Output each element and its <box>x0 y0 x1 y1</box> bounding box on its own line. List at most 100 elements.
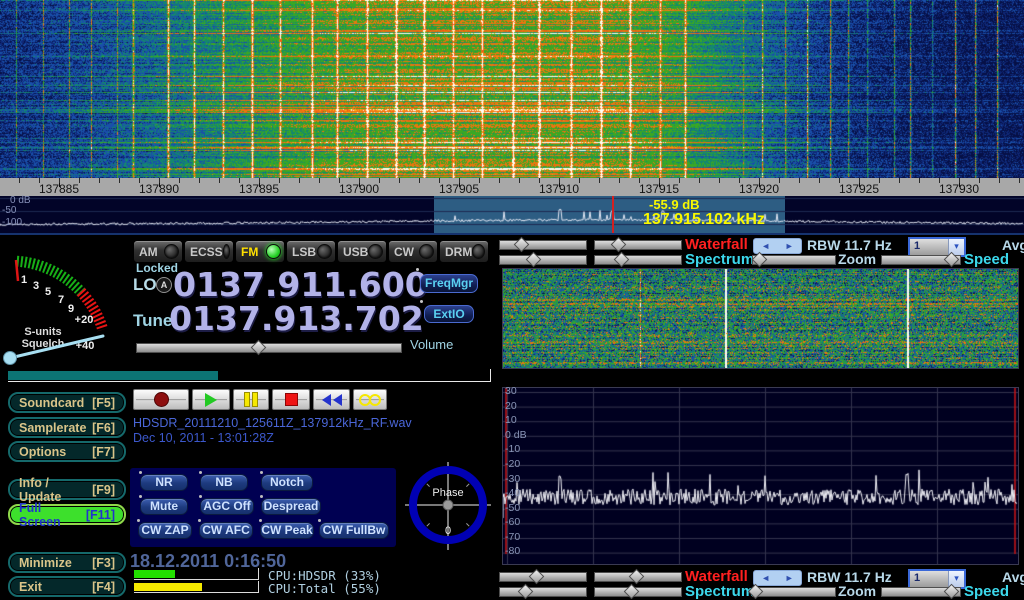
scroll-right-icon[interactable]: ► <box>785 239 794 253</box>
rf-display-panel: Waterfall ◄ ► RBW 11.7 Hz 1 ▾ Avg Spectr… <box>497 236 1024 600</box>
slider-thumb[interactable] <box>518 584 534 600</box>
upper-speed-slider[interactable] <box>881 255 961 265</box>
minimize-button[interactable]: Minimize [F3] <box>8 552 126 573</box>
upper-avg-select[interactable]: 1 ▾ <box>908 237 966 257</box>
pause-button[interactable] <box>233 389 269 410</box>
hdsdr-main-window: 137885 137890 137895 137900 137905 13791… <box>0 0 1024 600</box>
scroll-right-icon[interactable]: ► <box>785 571 794 585</box>
rf-db-label: -50 <box>505 502 520 514</box>
upper-waterfall-brightness-slider[interactable] <box>499 240 587 250</box>
tune-frequency-display[interactable]: 0137.913.702 <box>169 302 424 335</box>
lower-spectrum-range-slider[interactable] <box>594 587 682 597</box>
lower-zoom-slider[interactable] <box>752 587 836 597</box>
options-button[interactable]: Options [F7] <box>8 441 126 462</box>
upper-spectrum-gain-slider[interactable] <box>499 255 587 265</box>
mode-button-am[interactable]: AM <box>133 240 183 263</box>
s-meter-gauge: 1 3 5 7 9 +20 +40 S-units Squelch <box>0 236 130 376</box>
freqmgr-button[interactable]: FreqMgr <box>420 274 478 293</box>
stop-button[interactable] <box>272 389 310 410</box>
mode-button-ecss[interactable]: ECSS <box>184 240 234 263</box>
slider-thumb[interactable] <box>629 569 645 585</box>
lower-avg-select[interactable]: 1 ▾ <box>908 569 966 589</box>
volume-slider-thumb[interactable] <box>251 340 267 356</box>
main-frequency-scale[interactable]: 137885 137890 137895 137900 137905 13791… <box>0 178 1024 196</box>
avg-select-value: 1 <box>910 239 948 255</box>
rf-spectrum-display[interactable] <box>502 387 1019 565</box>
lower-waterfall-scrollbar[interactable]: ◄ ► <box>753 570 802 586</box>
slider-thumb[interactable] <box>751 252 767 268</box>
cw-peak-button[interactable]: CW Peak <box>260 522 314 539</box>
soundcard-button[interactable]: Soundcard [F5] <box>8 392 126 413</box>
agc-button[interactable]: AGC Off <box>200 498 254 515</box>
despread-button[interactable]: Despread <box>261 498 321 515</box>
cw-afc-button[interactable]: CW AFC <box>199 522 253 539</box>
nb-button[interactable]: NB <box>200 474 248 491</box>
rewind-button[interactable] <box>313 389 350 410</box>
record-icon <box>154 392 169 407</box>
button-label: Exit <box>19 580 42 594</box>
lower-waterfall-brightness-slider[interactable] <box>499 572 587 582</box>
upper-zoom-slider[interactable] <box>752 255 836 265</box>
phase-tick <box>466 523 469 526</box>
mode-button-cw[interactable]: CW <box>388 240 438 263</box>
main-spectrum-display[interactable]: 0 dB -50 -100 <box>0 196 1024 233</box>
smeter-caption: S-units <box>24 326 61 338</box>
upper-spectrum-range-slider[interactable] <box>594 255 682 265</box>
button-fkey: [F9] <box>92 483 115 497</box>
cw-zap-button[interactable]: CW ZAP <box>138 522 192 539</box>
loop-button[interactable] <box>353 389 387 410</box>
mode-led-icon <box>266 244 281 259</box>
exit-button[interactable]: Exit [F4] <box>8 576 126 597</box>
fullscreen-button[interactable]: Full Screen [F11] <box>8 504 126 525</box>
lo-autolock-badge[interactable]: A <box>156 277 172 293</box>
extio-button[interactable]: ExtIO <box>424 305 474 323</box>
button-label: Soundcard <box>19 396 84 410</box>
record-button[interactable] <box>133 389 189 410</box>
slider-thumb[interactable] <box>943 584 959 600</box>
mode-led-icon <box>368 244 383 259</box>
slider-thumb[interactable] <box>611 237 627 253</box>
nr-button[interactable]: NR <box>140 474 188 491</box>
mute-button[interactable]: Mute <box>140 498 188 515</box>
lo-frequency-display[interactable]: 0137.911.600 <box>173 268 428 301</box>
main-waterfall-display[interactable] <box>0 0 1024 178</box>
lower-spectrum-tab[interactable]: Spectrum <box>685 583 754 600</box>
freq-tick-label: 137900 <box>339 182 379 196</box>
samplerate-button[interactable]: Samplerate [F6] <box>8 417 126 438</box>
notch-button[interactable]: Notch <box>261 474 313 491</box>
slider-thumb[interactable] <box>529 569 545 585</box>
info-update-button[interactable]: Info / Update [F9] <box>8 479 126 500</box>
rf-waterfall-display[interactable] <box>502 268 1019 369</box>
lower-speed-slider[interactable] <box>881 587 961 597</box>
slider-thumb[interactable] <box>525 252 541 268</box>
cw-fullbw-button[interactable]: CW FullBw <box>319 522 389 539</box>
mode-button-lsb[interactable]: LSB <box>286 240 336 263</box>
lower-spectrum-gain-slider[interactable] <box>499 587 587 597</box>
lower-waterfall-contrast-slider[interactable] <box>594 572 682 582</box>
phase-indicator: Phase 0 <box>405 462 491 550</box>
audio-level-bar[interactable] <box>8 369 491 382</box>
volume-slider[interactable] <box>136 343 402 353</box>
rf-db-label: 20 <box>505 400 517 412</box>
mode-button-drm[interactable]: DRM <box>439 240 489 263</box>
freq-tick-label: 137925 <box>839 182 879 196</box>
play-icon <box>205 393 217 407</box>
play-button[interactable] <box>192 389 230 410</box>
scroll-left-icon[interactable]: ◄ <box>761 239 770 253</box>
recorder-toolbar <box>133 389 387 410</box>
mode-button-usb[interactable]: USB <box>337 240 387 263</box>
smeter-needle-pivot <box>4 352 17 365</box>
freq-tick-label: 137905 <box>439 182 479 196</box>
upper-waterfall-contrast-slider[interactable] <box>594 240 682 250</box>
lo-locked-label: Locked <box>136 261 178 275</box>
upper-spectrum-tab[interactable]: Spectrum <box>685 251 754 268</box>
scroll-left-icon[interactable]: ◄ <box>761 571 770 585</box>
phase-tick <box>466 484 469 487</box>
slider-thumb[interactable] <box>614 252 630 268</box>
slider-thumb[interactable] <box>513 237 529 253</box>
slider-thumb[interactable] <box>624 584 640 600</box>
mode-label: DRM <box>445 245 472 259</box>
slider-thumb[interactable] <box>943 252 959 268</box>
mode-button-fm[interactable]: FM <box>235 240 285 263</box>
freq-tick-label: 137930 <box>939 182 979 196</box>
